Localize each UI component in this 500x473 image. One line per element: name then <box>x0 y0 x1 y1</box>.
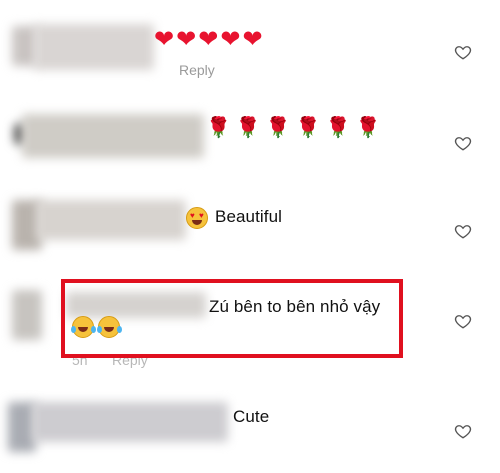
heart-outline-icon <box>454 46 472 60</box>
like-button[interactable] <box>454 312 472 330</box>
laughing-tears-emoji-icon <box>97 316 122 338</box>
rose-icon: 🌹 <box>355 115 381 139</box>
comment-5: Cute <box>0 390 500 473</box>
red-heart-icon: ❤ <box>176 25 197 53</box>
comment-2: 🌹 🌹 🌹 🌹 🌹 🌹 <box>0 100 500 180</box>
rose-icon: 🌹 <box>206 115 231 139</box>
comment-text: Zú bên to bên nhỏ vậy <box>209 297 381 316</box>
comment-1: ❤ ❤ ❤ ❤ ❤ Reply <box>0 0 500 90</box>
laughing-tears-emoji-icon <box>71 316 96 338</box>
rose-icon: 🌹 <box>235 115 261 139</box>
comment-3: ♥ ♥ Beautiful <box>0 190 500 270</box>
blurred-avatar <box>12 290 42 340</box>
heart-outline-icon <box>454 425 472 439</box>
blurred-username <box>22 114 204 158</box>
reply-link[interactable]: Reply <box>112 352 148 368</box>
timestamp: 5h <box>72 352 88 368</box>
blurred-username <box>66 292 206 318</box>
red-heart-icon: ❤ <box>220 25 241 53</box>
heart-outline-icon <box>454 315 472 329</box>
like-button[interactable] <box>454 134 472 152</box>
blurred-username <box>36 200 186 240</box>
comment-4: Zú bên to bên nhỏ vậy 5h Reply <box>0 280 500 370</box>
comment-text: Beautiful <box>215 207 283 226</box>
like-button[interactable] <box>454 43 472 61</box>
like-button[interactable] <box>454 222 472 240</box>
rose-icon: 🌹 <box>265 115 291 139</box>
blurred-username <box>34 24 154 70</box>
heart-outline-icon <box>454 137 472 151</box>
red-heart-icon: ❤ <box>198 25 219 53</box>
heart-eyes-emoji-icon: ♥ ♥ <box>186 207 208 229</box>
rose-icon: 🌹 <box>325 115 351 139</box>
like-button[interactable] <box>454 422 472 440</box>
reply-link[interactable]: Reply <box>179 62 215 78</box>
red-heart-icon: ❤ <box>154 25 175 53</box>
heart-outline-icon <box>454 225 472 239</box>
roses-emoji-row: 🌹 🌹 🌹 🌹 🌹 🌹 <box>206 116 380 138</box>
red-heart-icon: ❤ <box>242 25 263 53</box>
hearts-emoji-row: ❤ ❤ ❤ ❤ ❤ <box>154 27 263 51</box>
rose-icon: 🌹 <box>295 115 321 139</box>
blurred-username <box>32 402 228 442</box>
comment-text: Cute <box>233 407 270 426</box>
